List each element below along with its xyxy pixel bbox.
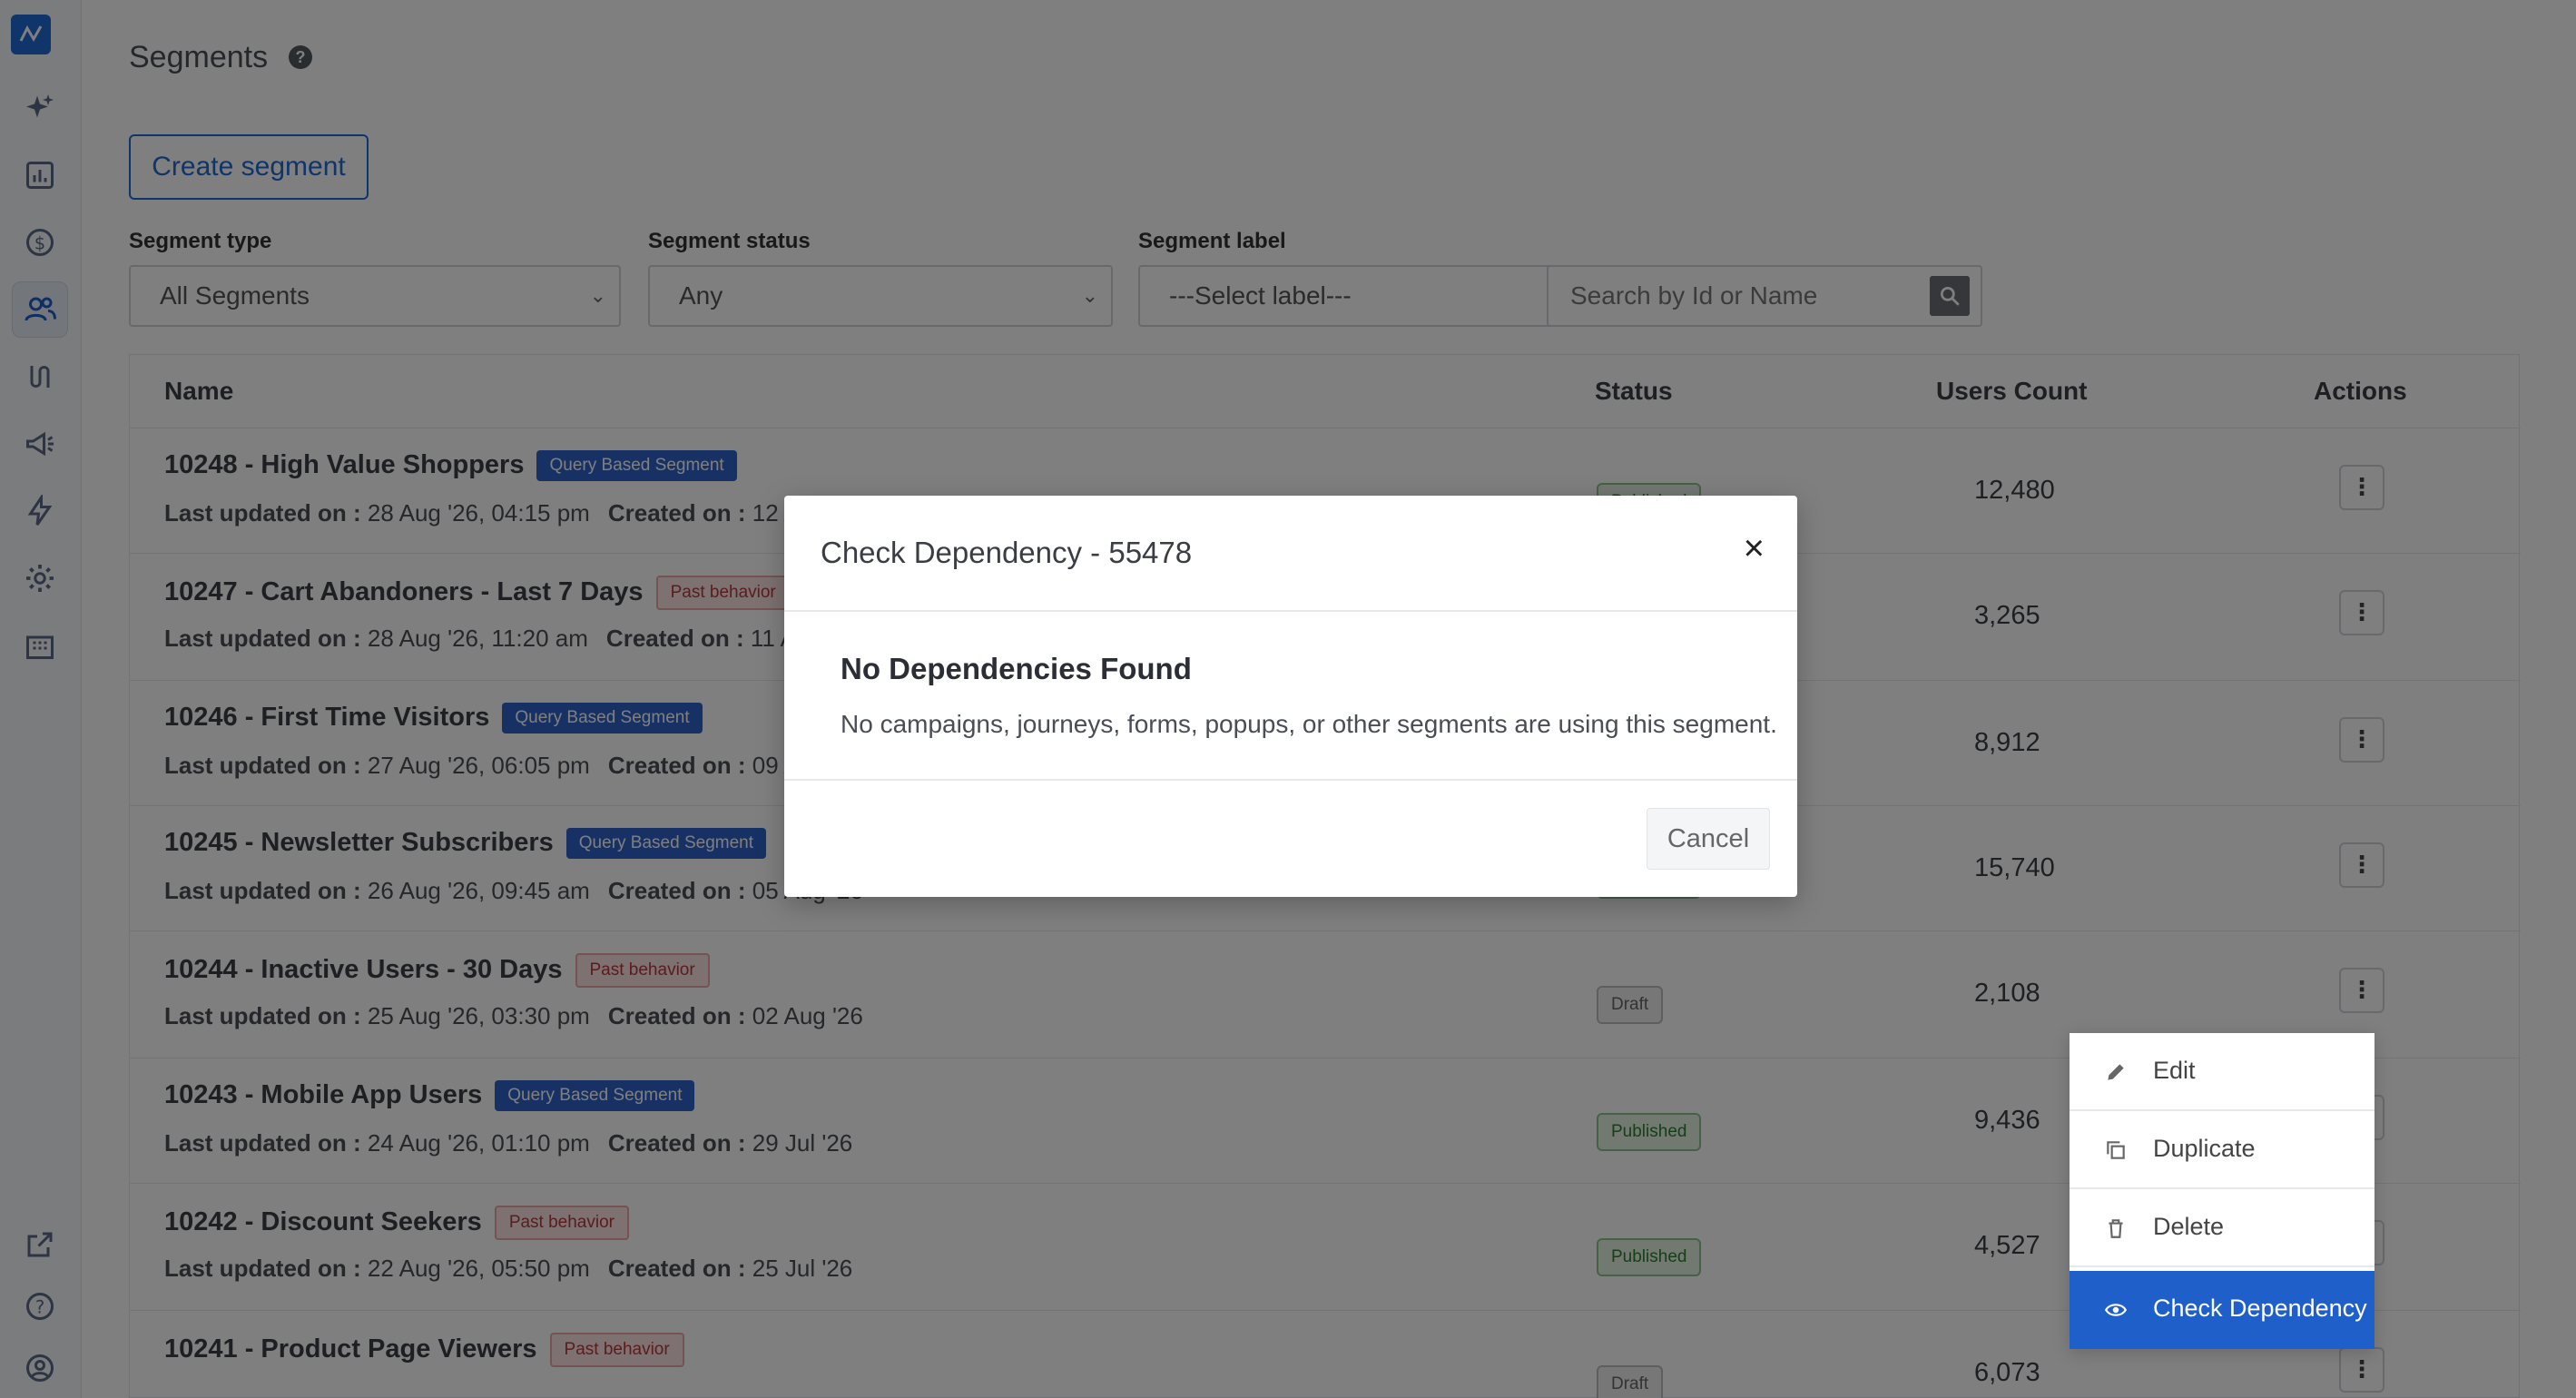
menu-item-label: Edit (2153, 1057, 2196, 1084)
menu-item-label: Duplicate (2153, 1135, 2256, 1162)
menu-item-label: Delete (2153, 1213, 2225, 1240)
menu-item-label: Check Dependency (2153, 1295, 2367, 1322)
modal-heading: No Dependencies Found (841, 652, 1192, 685)
check-dependency-modal: Check Dependency - 55478 × No Dependenci… (784, 496, 1797, 897)
menu-item-edit[interactable]: Edit (2070, 1033, 2374, 1111)
modal-message: No campaigns, journeys, forms, popups, o… (841, 710, 1777, 738)
pencil-icon (2108, 1064, 2124, 1080)
copy-icon (2107, 1141, 2125, 1159)
menu-item-duplicate[interactable]: Duplicate (2070, 1111, 2374, 1189)
trash-icon (2109, 1219, 2123, 1238)
modal-title: Check Dependency - 55478 (821, 536, 1193, 569)
modal-footer: Cancel (784, 779, 1797, 897)
menu-item-delete[interactable]: Delete (2070, 1189, 2374, 1267)
modal-header: Check Dependency - 55478 × (784, 496, 1797, 612)
eye-icon (2104, 1304, 2128, 1316)
close-icon[interactable]: × (1744, 530, 1765, 566)
cancel-button[interactable]: Cancel (1647, 808, 1770, 870)
menu-item-check-dependency[interactable]: Check Dependency (2070, 1271, 2374, 1349)
actions-menu: Edit Duplicate Delete Check Dependency (2070, 1033, 2374, 1349)
